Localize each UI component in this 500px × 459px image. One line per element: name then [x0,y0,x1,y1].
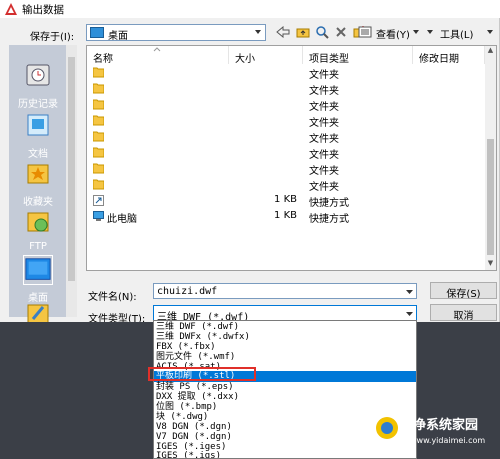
watermark-text: 纯净系统家园 [400,418,479,433]
places-scrollbar[interactable] [66,45,77,317]
filename-chevron-down-icon[interactable] [405,287,414,296]
item-size: 1 KB [274,194,297,205]
save-in-value: 桌面 [108,31,128,42]
column-size[interactable]: 大小 [229,46,303,65]
cancel-button[interactable]: 取消 [430,304,497,322]
list-item[interactable]: 文件夹 [87,96,485,113]
annotation-highlight-box [148,367,256,381]
app-a-icon [5,3,17,15]
scroll-down-icon[interactable]: ▼ [485,259,496,270]
item-name: 此电脑 [107,214,137,225]
item-size: 1 KB [274,210,297,221]
save-in-label: 保存于(I): [30,32,75,43]
favorites-icon [27,164,49,184]
view-menu[interactable]: 查看(Y) [376,26,410,41]
tools-chevron-down-icon [427,30,433,34]
scroll-thumb[interactable] [68,57,75,281]
filetype-select[interactable]: 三维 DWF (*.dwf) [153,305,417,323]
title-bar: 输出数据 [0,0,500,18]
list-item[interactable]: 文件夹 [87,160,485,177]
item-type: 文件夹 [309,102,339,113]
list-item[interactable]: 文件夹 [87,128,485,145]
shortcut-icon [93,195,104,206]
delete-icon[interactable] [333,24,349,40]
window-title: 输出数据 [22,4,64,16]
export-data-dialog: 输出数据 保存于(I): 桌面 查看(Y) 工具(L) 历史记录 文档 收藏夹 … [0,0,500,325]
file-list[interactable]: 名称 大小 项目类型 修改日期 文件夹 文件夹 文件夹 文件夹 文件夹 文件夹 … [86,45,497,271]
cad-background-left [0,322,153,459]
filename-input[interactable]: chuizi.dwf [153,283,417,299]
search-web-icon[interactable] [314,24,330,40]
column-date[interactable]: 修改日期 [413,46,485,65]
column-type[interactable]: 项目类型 [303,46,413,65]
documents-icon [27,114,49,136]
chevron-down-icon [255,30,261,34]
computer-icon [93,211,104,221]
watermark-url: www.yidaimei.com [410,436,486,445]
view-chevron-down-icon [413,30,419,34]
filetype-chevron-down-icon[interactable] [405,309,414,318]
item-type: 文件夹 [309,86,339,97]
folder-icon [93,67,104,78]
ftp-icon [27,212,49,232]
folder-icon [93,179,104,190]
list-scrollbar[interactable]: ▲ ▼ [485,46,496,270]
history-icon [26,64,50,86]
folder-icon [93,83,104,94]
sort-up-icon [153,47,161,52]
views-icon[interactable] [358,24,372,40]
tools-menu[interactable]: 工具(L) [440,26,473,41]
list-item[interactable]: 此电脑 1 KB 快捷方式 [87,208,485,225]
item-type: 文件夹 [309,134,339,145]
list-item[interactable]: 1 KB 快捷方式 [87,192,485,209]
desktop-small-icon [90,27,104,38]
item-type: 文件夹 [309,166,339,177]
filename-label: 文件名(N): [88,292,137,303]
item-type: 快捷方式 [309,198,349,209]
folder-icon [93,147,104,158]
folder-icon [93,131,104,142]
item-type: 文件夹 [309,118,339,129]
item-type: 文件夹 [309,182,339,193]
list-item[interactable]: 文件夹 [87,64,485,81]
folder-icon [93,99,104,110]
folder-icon [93,115,104,126]
desktop-icon [23,255,53,285]
list-item[interactable]: 文件夹 [87,80,485,97]
save-button[interactable]: 保存(S) [430,282,497,300]
list-item[interactable]: 文件夹 [87,112,485,129]
tools-menu-chevron-down-icon [487,30,493,34]
item-type: 快捷方式 [309,214,349,225]
scroll-up-icon[interactable]: ▲ [485,46,496,57]
folder-icon [93,163,104,174]
list-item[interactable]: 文件夹 [87,176,485,193]
scroll-thumb[interactable] [487,139,494,255]
item-type: 文件夹 [309,150,339,161]
save-in-combo[interactable]: 桌面 [86,24,266,42]
list-item[interactable]: 文件夹 [87,144,485,161]
up-folder-icon[interactable] [295,24,311,40]
back-icon[interactable] [275,24,291,40]
item-type: 文件夹 [309,70,339,81]
